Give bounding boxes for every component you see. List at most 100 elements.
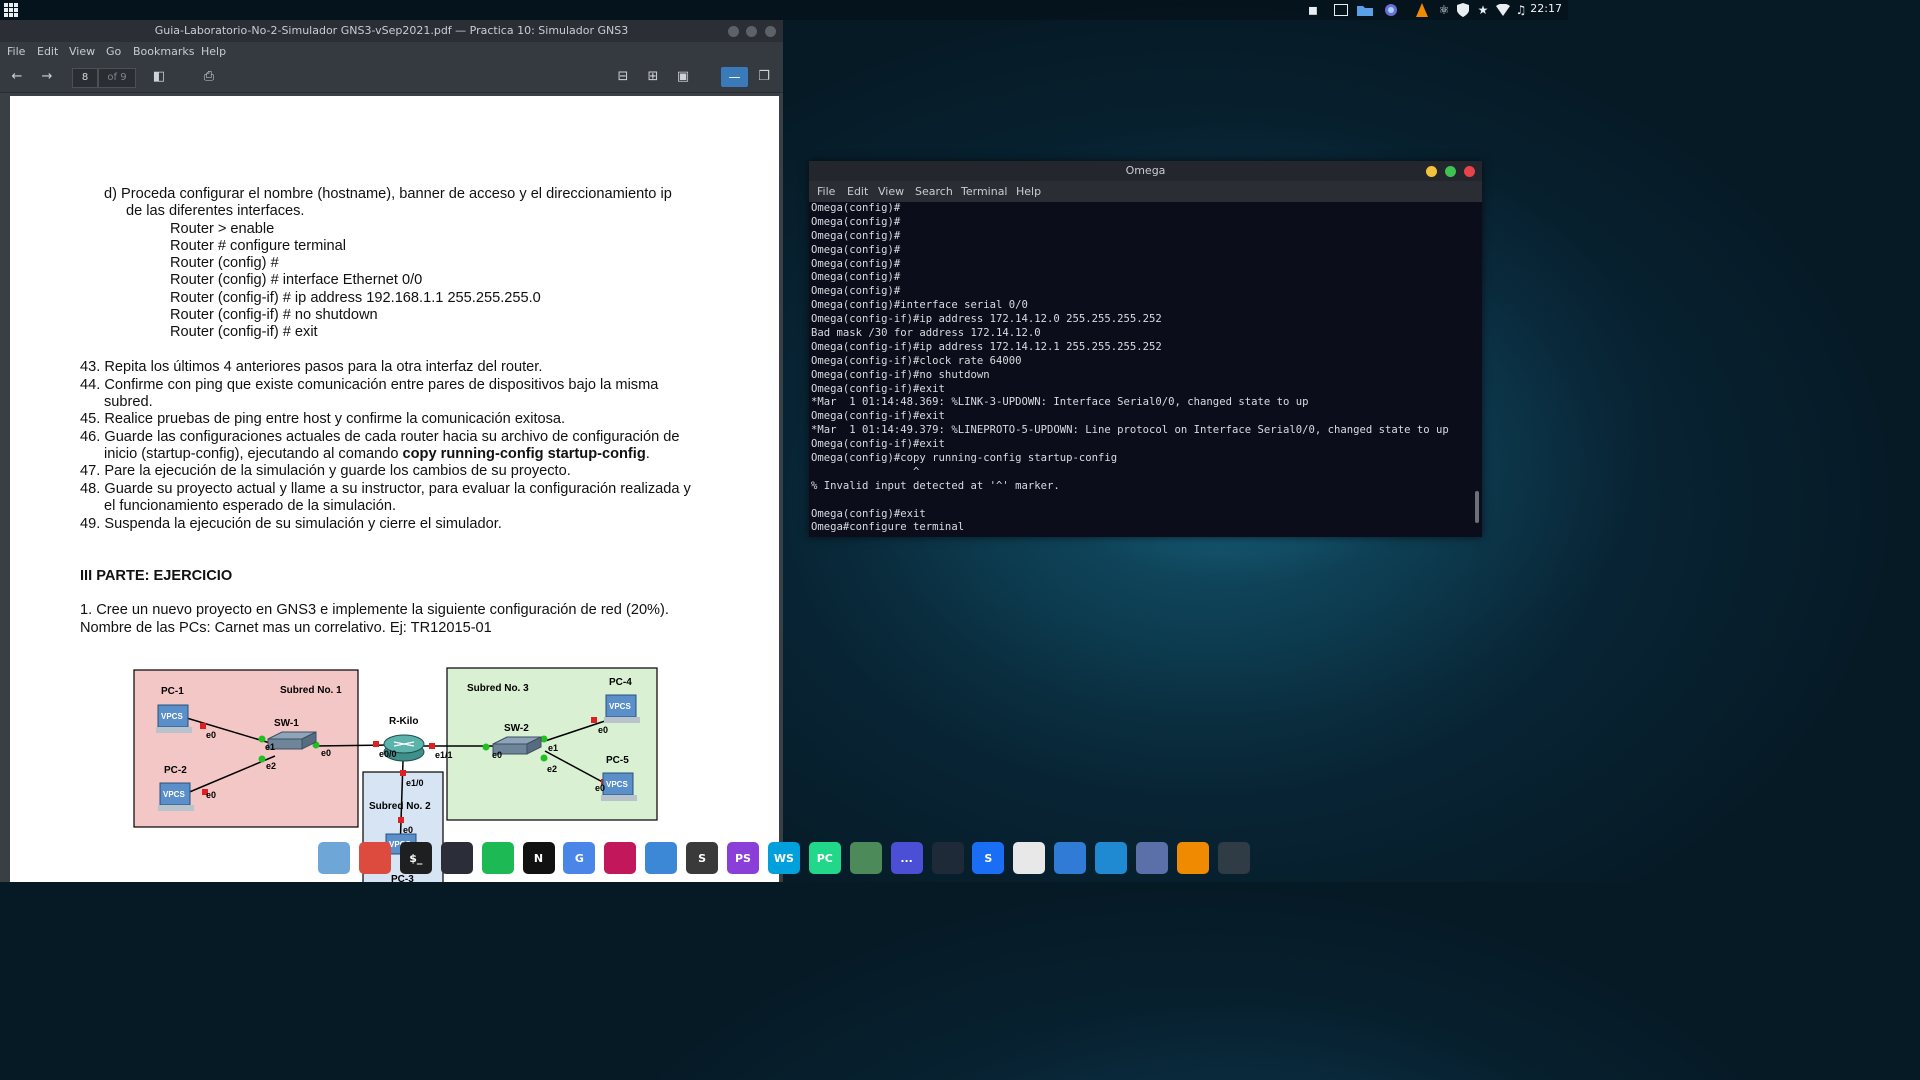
page-total: of 9 xyxy=(98,68,136,88)
terminal-line: Omega(config)# xyxy=(811,285,901,298)
fit-page-icon[interactable]: ▣ xyxy=(674,68,692,86)
print-icon[interactable]: ⎙ xyxy=(200,68,218,86)
terminal-line: Omega(config)# xyxy=(811,215,901,228)
trash-icon[interactable]: ◼ xyxy=(1306,3,1320,17)
router-port-e1-0: e1/0 xyxy=(406,778,424,788)
menu-bookmarks[interactable]: Bookmarks xyxy=(133,45,194,58)
terminal-icon[interactable] xyxy=(1333,3,1349,17)
menu-edit[interactable]: Edit xyxy=(847,185,868,198)
pc-4-vpcs: VPCS xyxy=(609,702,631,711)
fit-width-button[interactable]: — xyxy=(721,67,748,87)
pc-3-port: e0 xyxy=(403,825,413,835)
libreoffice-writer-icon[interactable] xyxy=(645,842,678,874)
sublime-icon[interactable]: S xyxy=(686,842,719,874)
menu-go[interactable]: Go xyxy=(106,45,121,58)
sw-1-port-e1: e1 xyxy=(265,742,275,752)
music-icon[interactable]: ♫ xyxy=(1515,3,1527,17)
terminal-line: % Invalid input detected at '^' marker. xyxy=(811,479,1060,492)
menu-file[interactable]: File xyxy=(7,45,25,58)
wifi-icon[interactable] xyxy=(1496,3,1510,17)
vlc-dock-icon[interactable] xyxy=(1176,842,1209,874)
gns3-icon[interactable] xyxy=(1136,842,1168,874)
netflix-icon[interactable]: N xyxy=(522,842,555,874)
menu-view[interactable]: View xyxy=(69,45,95,58)
system-monitor-icon[interactable] xyxy=(849,842,882,874)
router-label: R-Kilo xyxy=(389,716,418,727)
docs-icon[interactable] xyxy=(604,842,637,874)
back-arrow-icon[interactable]: ← xyxy=(8,68,26,86)
pc-2-vpcs: VPCS xyxy=(163,790,185,799)
menu-help[interactable]: Help xyxy=(1016,185,1041,198)
terminal-line: Omega(config)#exit xyxy=(811,507,926,520)
terminal-line: Omega(config-if)#no shutdown xyxy=(811,368,990,381)
maximize-button[interactable] xyxy=(746,26,757,37)
terminal-scrollbar[interactable] xyxy=(1475,491,1479,523)
zoom-in-icon[interactable]: ⊞ xyxy=(644,68,662,86)
vscode-icon[interactable] xyxy=(1095,842,1128,874)
phpstorm-icon[interactable]: PS xyxy=(727,842,759,874)
terminal-line: Omega(config-if)#exit xyxy=(811,382,945,395)
page-number-input[interactable]: 8 xyxy=(72,68,98,88)
sw-1-label: SW-1 xyxy=(274,718,299,729)
subnet-1-label: Subred No. 1 xyxy=(280,685,342,696)
zoom-out-icon[interactable]: ⊟ xyxy=(614,68,632,86)
pc-5-label: PC-5 xyxy=(606,755,629,766)
obs-icon[interactable] xyxy=(440,842,473,874)
pc-5-port: e0 xyxy=(595,783,605,793)
workspace-icon[interactable]: ... xyxy=(890,842,923,874)
minimize-button[interactable] xyxy=(728,26,739,37)
menu-edit[interactable]: Edit xyxy=(37,45,58,58)
router-port-e1-1: e1/1 xyxy=(435,750,453,760)
pc-2-label: PC-2 xyxy=(164,765,187,776)
chrome-icon[interactable] xyxy=(358,842,391,874)
router-port-e0-0: e0/0 xyxy=(379,749,397,759)
firefox-icon[interactable] xyxy=(1383,3,1399,17)
maximize-button[interactable] xyxy=(1445,166,1456,177)
google-play-icon[interactable] xyxy=(1217,842,1250,874)
menu-view[interactable]: View xyxy=(878,185,904,198)
dual-page-icon[interactable]: ❐ xyxy=(755,68,773,86)
shield-icon[interactable] xyxy=(1456,3,1470,17)
terminal-line: Omega(config)#interface serial 0/0 xyxy=(811,299,1028,312)
pycharm-icon[interactable]: PC xyxy=(808,842,841,874)
pc-4-label: PC-4 xyxy=(609,677,632,688)
menu-help[interactable]: Help xyxy=(201,45,226,58)
translate-icon[interactable]: G xyxy=(563,842,596,874)
subnet-3-label: Subred No. 3 xyxy=(467,683,529,694)
spotify-icon[interactable] xyxy=(481,842,514,874)
clock[interactable]: 22:17 xyxy=(1530,2,1562,15)
bluetooth-icon[interactable]: ⚛ xyxy=(1438,3,1450,17)
sw-1-port-e0: e0 xyxy=(321,748,331,758)
pc-1-port: e0 xyxy=(206,730,216,740)
webstorm-icon[interactable]: WS xyxy=(767,842,800,874)
shazam-icon[interactable]: S xyxy=(972,842,1005,874)
files-icon[interactable] xyxy=(318,842,350,874)
close-button[interactable] xyxy=(765,26,776,37)
menu-search[interactable]: Search xyxy=(915,185,953,198)
trello-icon[interactable] xyxy=(1054,842,1087,874)
pdf-editor-icon[interactable] xyxy=(1013,842,1046,874)
subnet-2-label: Subred No. 2 xyxy=(369,801,431,812)
terminal-app-icon[interactable]: $_ xyxy=(399,842,432,874)
apps-grid-icon[interactable] xyxy=(4,3,18,17)
terminal-line: Omega(config)#copy running-config startu… xyxy=(811,452,1118,465)
menu-file[interactable]: File xyxy=(817,185,835,198)
terminal-line: Omega(config)# xyxy=(811,243,901,256)
vlc-icon[interactable] xyxy=(1414,3,1430,17)
pc-5-vpcs: VPCS xyxy=(606,780,628,789)
folder-icon[interactable] xyxy=(1357,3,1373,17)
top-panel: ◼ ⚛ ★ ♫ 22:17 xyxy=(0,0,1568,20)
star-icon[interactable]: ★ xyxy=(1476,3,1490,17)
terminal-output[interactable]: Omega(config)# Omega(config)# Omega(conf… xyxy=(811,202,1471,537)
minimize-button[interactable] xyxy=(1426,166,1437,177)
mixer-icon[interactable] xyxy=(931,842,964,874)
terminal-window: Omega File Edit View Search Terminal Hel… xyxy=(809,161,1482,537)
sw-2-label: SW-2 xyxy=(504,723,529,734)
terminal-title: Omega xyxy=(809,161,1482,181)
forward-arrow-icon[interactable]: → xyxy=(38,68,56,86)
menu-terminal[interactable]: Terminal xyxy=(961,185,1008,198)
pdf-viewer-window: Guia-Laboratorio-No-2-Simulador GNS3-vSe… xyxy=(0,20,783,882)
close-button[interactable] xyxy=(1464,166,1475,177)
sidebar-toggle-icon[interactable]: ◧ xyxy=(150,68,168,86)
